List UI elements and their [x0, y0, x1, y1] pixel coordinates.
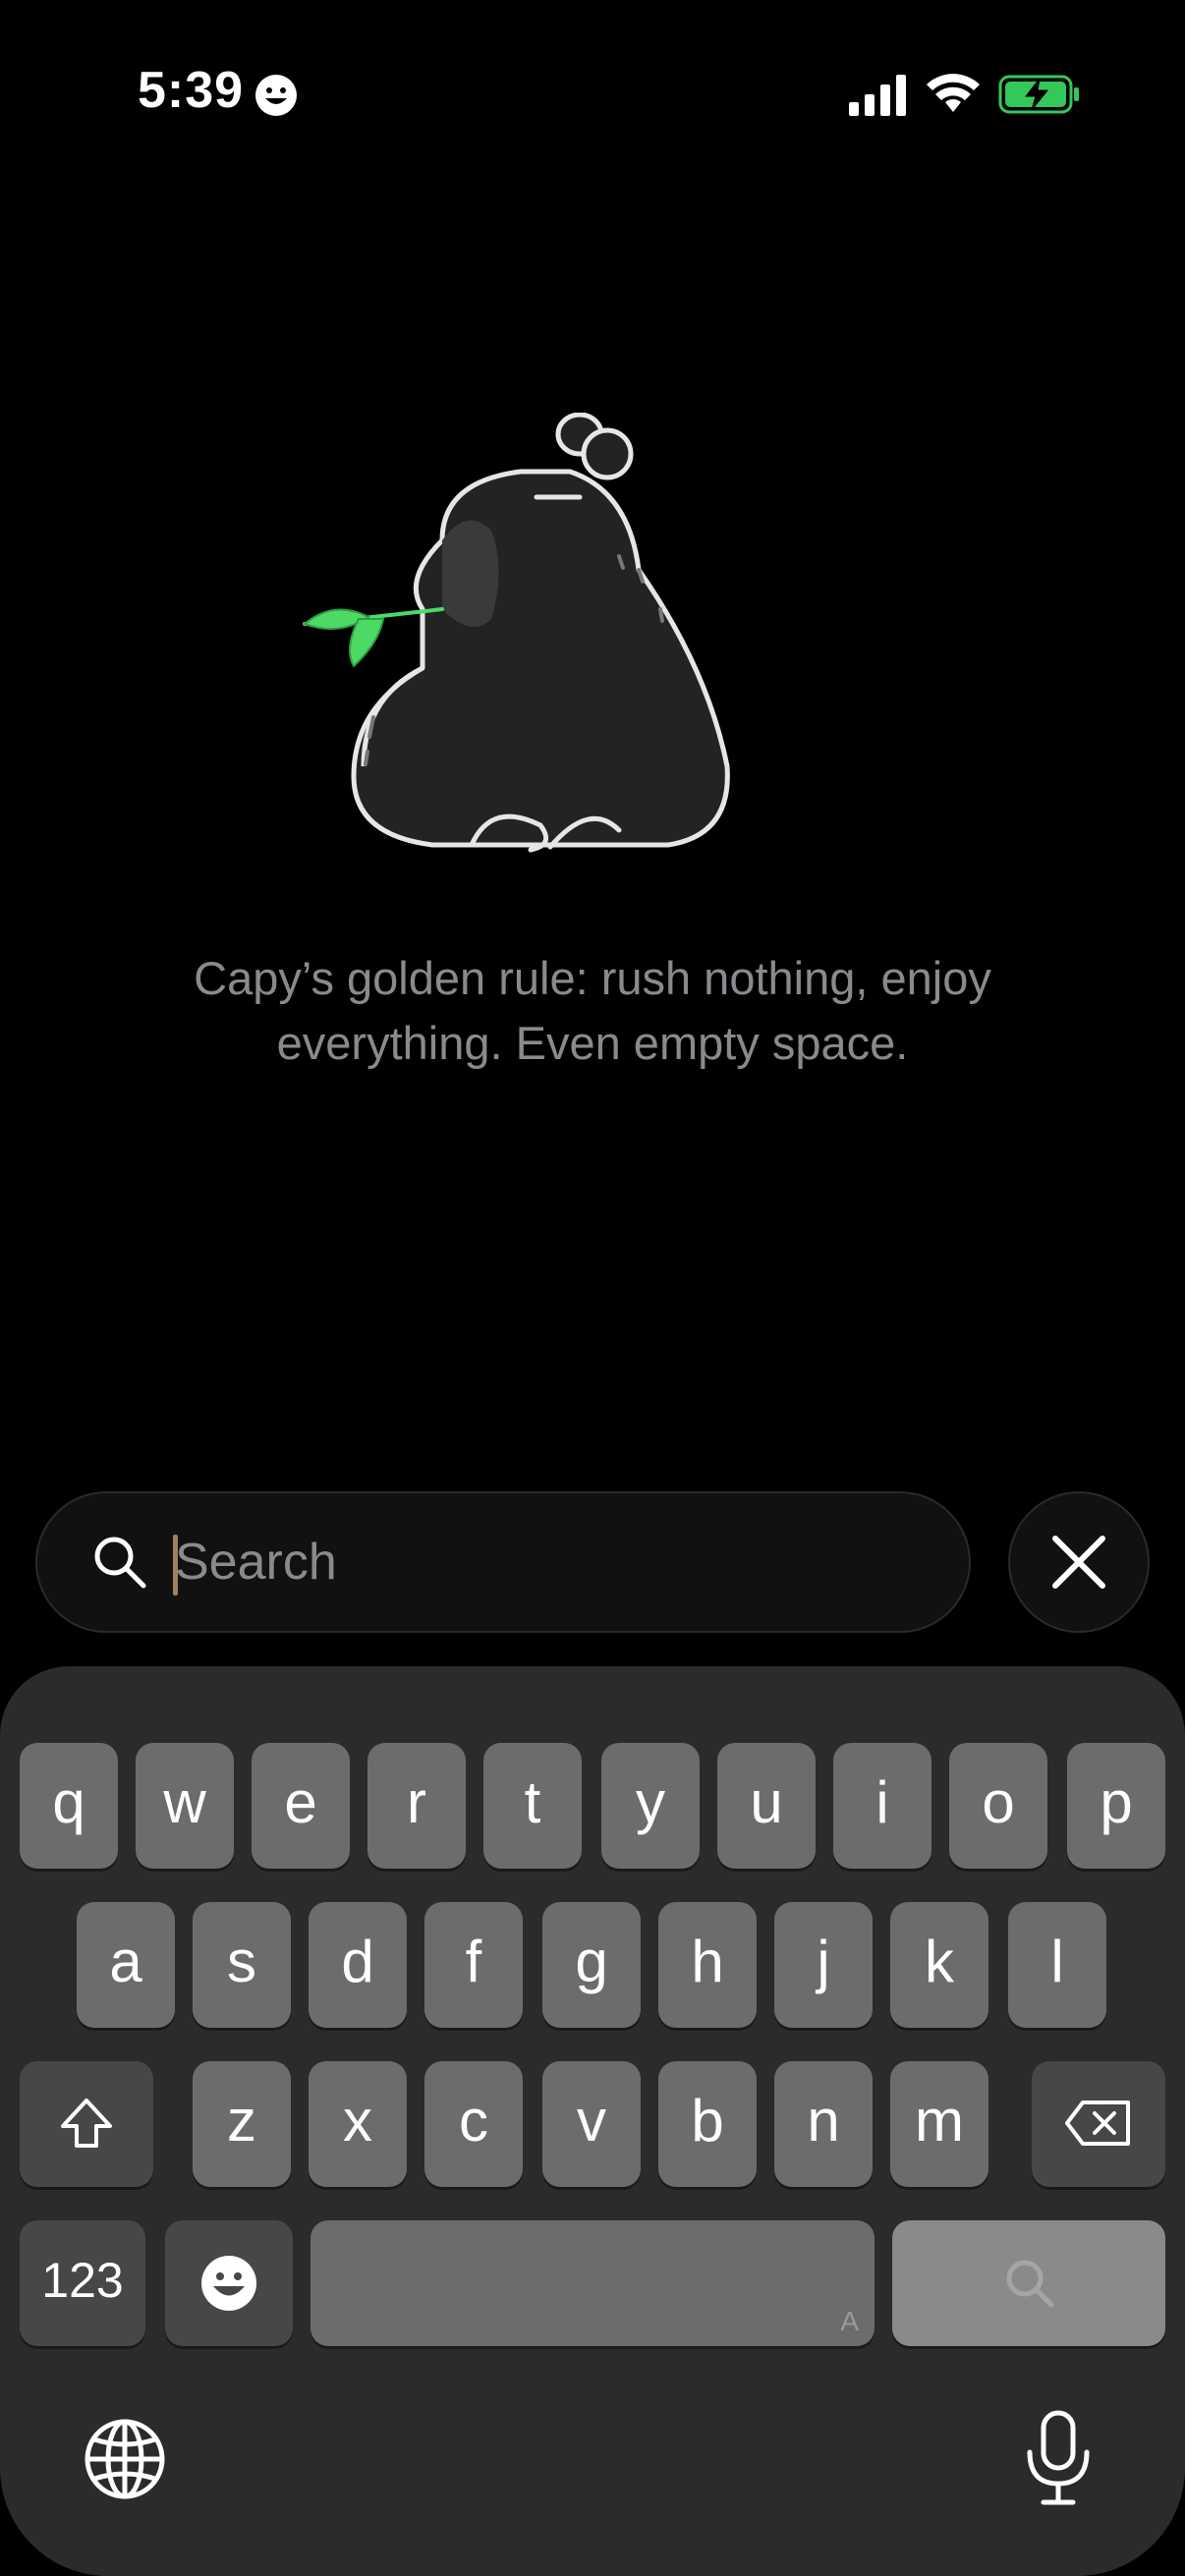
- key-j[interactable]: j: [774, 1902, 873, 2028]
- key-f[interactable]: f: [424, 1902, 523, 2028]
- key-u[interactable]: u: [717, 1743, 816, 1869]
- key-a[interactable]: a: [77, 1902, 175, 2028]
- key-v[interactable]: v: [542, 2061, 641, 2187]
- empty-state-message: Capy’s golden rule: rush nothing, enjoy …: [194, 952, 991, 1069]
- space-key-hint: A: [840, 2306, 859, 2336]
- key-w[interactable]: w: [136, 1743, 234, 1869]
- key-p[interactable]: p: [1067, 1743, 1165, 1869]
- key-s[interactable]: s: [193, 1902, 291, 2028]
- key-d[interactable]: d: [309, 1902, 407, 2028]
- key-q[interactable]: q: [20, 1743, 118, 1869]
- key-y[interactable]: y: [601, 1743, 700, 1869]
- shift-key[interactable]: [20, 2061, 153, 2187]
- key-m[interactable]: m: [890, 2061, 988, 2187]
- emoji-icon: [201, 2256, 256, 2311]
- cellular-signal-icon: [849, 75, 906, 116]
- search-icon: [1006, 2260, 1054, 2308]
- search-icon: [94, 1537, 146, 1589]
- smiley-icon: [255, 75, 297, 116]
- close-icon: [1052, 1536, 1105, 1589]
- key-h[interactable]: h: [658, 1902, 757, 2028]
- key-b[interactable]: b: [658, 2061, 757, 2187]
- screen: 5:39 Capy’s golden rule: rush nothing, e…: [0, 0, 1185, 2576]
- key-x[interactable]: x: [309, 2061, 407, 2187]
- globe-icon[interactable]: [81, 2415, 169, 2503]
- numbers-key[interactable]: 123: [20, 2220, 145, 2346]
- key-i[interactable]: i: [833, 1743, 931, 1869]
- capybara-illustration: [303, 413, 730, 853]
- key-g[interactable]: g: [542, 1902, 641, 2028]
- search-submit-key[interactable]: [892, 2220, 1165, 2346]
- keyboard: q w e r t y u i o p a s d f g h j k l z …: [0, 1666, 1185, 2576]
- backspace-key[interactable]: [1032, 2061, 1165, 2187]
- microphone-icon[interactable]: [1024, 2409, 1093, 2507]
- key-c[interactable]: c: [424, 2061, 523, 2187]
- search-bar[interactable]: [35, 1491, 971, 1633]
- key-o[interactable]: o: [949, 1743, 1047, 1869]
- close-search-button[interactable]: [1008, 1491, 1150, 1633]
- key-l[interactable]: l: [1008, 1902, 1106, 2028]
- battery-charging-icon: [998, 75, 1079, 114]
- key-e[interactable]: e: [252, 1743, 350, 1869]
- space-key[interactable]: A: [310, 2220, 875, 2346]
- key-n[interactable]: n: [774, 2061, 873, 2187]
- status-time: 5:39: [138, 62, 245, 119]
- backspace-icon: [1065, 2100, 1130, 2146]
- search-input[interactable]: [175, 1523, 922, 1601]
- key-r[interactable]: r: [367, 1743, 466, 1869]
- key-k[interactable]: k: [890, 1902, 988, 2028]
- wifi-icon: [927, 74, 980, 112]
- key-z[interactable]: z: [193, 2061, 291, 2187]
- status-bar: 5:39: [0, 0, 1185, 196]
- key-t[interactable]: t: [483, 1743, 582, 1869]
- emoji-key[interactable]: [165, 2220, 293, 2346]
- shift-icon: [61, 2099, 112, 2148]
